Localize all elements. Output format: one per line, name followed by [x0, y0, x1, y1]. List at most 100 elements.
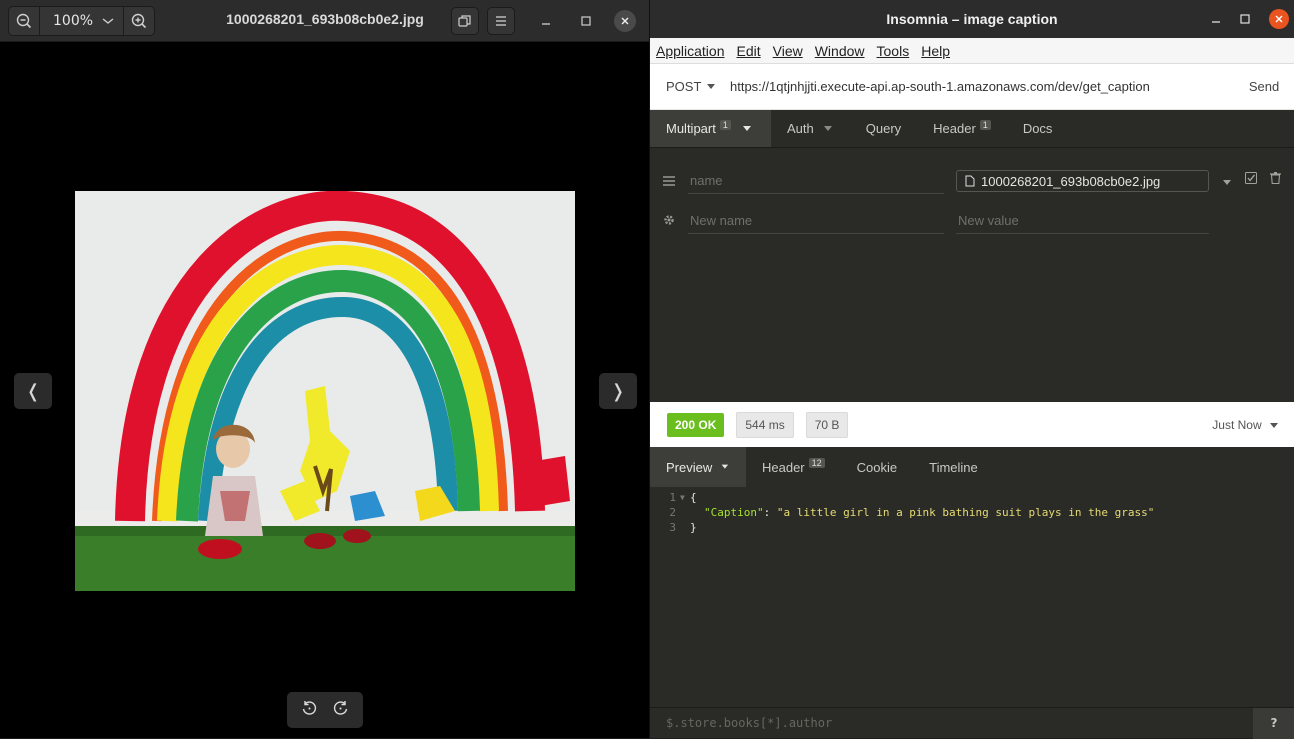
- tab-response-header[interactable]: Header 12: [746, 447, 841, 487]
- rotate-toolbar: [287, 692, 363, 728]
- maximize-icon[interactable]: [1235, 9, 1255, 29]
- line-number: 3: [669, 521, 676, 534]
- menu-edit[interactable]: Edit: [737, 43, 761, 59]
- code-text: }: [690, 521, 697, 534]
- checkbox-icon[interactable]: [1245, 172, 1257, 187]
- next-image-button[interactable]: ❭: [599, 373, 637, 409]
- viewer-filename-title: 1000268201_693b08cb0e2.jpg: [226, 11, 424, 27]
- json-key: "Caption": [704, 506, 764, 519]
- response-filter-bar: $.store.books[*].author ?: [650, 707, 1294, 739]
- tab-label: Header: [762, 459, 805, 475]
- tab-auth[interactable]: Auth: [771, 110, 850, 147]
- caret-down-icon: [823, 125, 832, 131]
- tab-label: Query: [865, 121, 902, 136]
- caret-down-icon: [742, 125, 751, 131]
- tab-badge: 12: [808, 458, 825, 468]
- close-icon[interactable]: [1269, 9, 1289, 29]
- caret-down-icon: [707, 83, 716, 89]
- chevron-down-icon: [102, 18, 114, 24]
- tab-label: Timeline: [929, 459, 978, 475]
- minimize-icon[interactable]: [1206, 9, 1226, 29]
- caret-down-icon: [1270, 422, 1278, 428]
- window-title: Insomnia – image caption: [886, 11, 1058, 27]
- menu-application[interactable]: Application: [656, 43, 725, 59]
- zoom-out-icon[interactable]: [9, 7, 39, 35]
- tab-header[interactable]: Header 1: [917, 110, 1007, 147]
- previous-image-button[interactable]: ❬: [14, 373, 52, 409]
- code-line: 3 }: [650, 520, 1294, 535]
- caret-down-icon[interactable]: [1222, 175, 1232, 189]
- code-text: {: [690, 491, 697, 504]
- method-label: POST: [666, 79, 702, 94]
- status-badge: 200 OK: [667, 412, 725, 437]
- multipart-params: name 1000268201_693b08cb0e2.jpg New name…: [650, 148, 1294, 403]
- response-size-badge: 70 B: [805, 411, 849, 438]
- send-button[interactable]: Send: [1234, 79, 1294, 94]
- code-line: 2 "Caption": "a little girl in a pink ba…: [650, 505, 1294, 520]
- line-number: 2: [669, 506, 676, 519]
- gear-icon: [663, 214, 675, 230]
- tab-multipart[interactable]: Multipart 1: [650, 110, 771, 147]
- rotate-right-icon[interactable]: [333, 700, 349, 720]
- response-history-dropdown[interactable]: Just Now: [1212, 418, 1279, 432]
- rotate-left-icon[interactable]: [301, 700, 317, 720]
- url-input[interactable]: https://1qtjnhjjti.execute-api.ap-south-…: [722, 79, 1234, 94]
- file-icon: [965, 175, 975, 187]
- caret-down-icon: [721, 464, 729, 469]
- menu-tools[interactable]: Tools: [877, 43, 910, 59]
- response-tabs: Preview Header 12 Cookie Timeline: [650, 447, 1294, 487]
- method-dropdown[interactable]: POST: [650, 79, 722, 94]
- json-separator: :: [763, 506, 777, 519]
- zoom-level-dropdown[interactable]: 100%: [39, 7, 124, 35]
- tab-label: Auth: [787, 121, 814, 136]
- json-value: "a little girl in a pink bathing suit pl…: [776, 506, 1155, 519]
- maximize-icon[interactable]: [575, 10, 597, 32]
- tab-label: Cookie: [856, 459, 898, 475]
- insomnia-titlebar: Insomnia – image caption: [650, 0, 1294, 38]
- fold-arrow-icon[interactable]: ▼: [678, 490, 690, 505]
- tab-badge: 1: [719, 119, 731, 130]
- response-status-bar: 200 OK 544 ms 70 B Just Now: [650, 402, 1294, 447]
- tab-query[interactable]: Query: [850, 110, 917, 147]
- tab-docs[interactable]: Docs: [1007, 110, 1069, 147]
- tab-label: Multipart: [666, 121, 716, 136]
- tab-label: Docs: [1022, 121, 1053, 136]
- request-tabs: Multipart 1 Auth Query Header 1 Docs: [650, 110, 1294, 148]
- tab-label: Header: [933, 121, 976, 136]
- new-param-name-input[interactable]: New name: [688, 208, 944, 234]
- zoom-level-label: 100%: [53, 13, 94, 29]
- minimize-icon[interactable]: [535, 10, 557, 32]
- menu-view[interactable]: View: [773, 43, 803, 59]
- menu-help[interactable]: Help: [921, 43, 950, 59]
- param-file-name: 1000268201_693b08cb0e2.jpg: [981, 173, 1161, 189]
- param-row: name 1000268201_693b08cb0e2.jpg: [650, 148, 1294, 194]
- chevron-left-icon: ❬: [25, 380, 41, 402]
- trash-icon[interactable]: [1270, 172, 1281, 187]
- zoom-control: 100%: [8, 6, 155, 36]
- insomnia-window: Insomnia – image caption Application Edi…: [649, 0, 1294, 739]
- menu-bar: Application Edit View Window Tools Help: [650, 38, 1294, 64]
- response-body: 1 ▼ { 2 "Caption": "a little girl in a p…: [650, 490, 1294, 535]
- displayed-photo: [75, 191, 575, 591]
- chevron-right-icon: ❭: [610, 380, 626, 402]
- restore-icon[interactable]: [451, 7, 479, 35]
- viewer-header-bar: 100% 1000268201_693b08cb0e2.jpg: [0, 0, 649, 42]
- menu-window[interactable]: Window: [815, 43, 865, 59]
- hamburger-icon[interactable]: [487, 7, 515, 35]
- image-viewer-window: 100% 1000268201_693b08cb0e2.jpg ❬ ❭: [0, 0, 649, 738]
- response-time-ago: Just Now: [1212, 417, 1262, 432]
- close-icon[interactable]: [614, 10, 636, 32]
- help-icon[interactable]: ?: [1253, 707, 1294, 739]
- tab-timeline[interactable]: Timeline: [913, 447, 994, 487]
- tab-preview[interactable]: Preview: [650, 447, 746, 487]
- request-url-bar: POST https://1qtjnhjjti.execute-api.ap-s…: [650, 64, 1294, 110]
- new-param-row: New name New value: [650, 188, 1294, 234]
- tab-cookie[interactable]: Cookie: [841, 447, 913, 487]
- line-number: 1: [669, 491, 676, 504]
- response-time-badge: 544 ms: [736, 411, 794, 438]
- new-param-value-input[interactable]: New value: [956, 208, 1209, 234]
- jsonpath-filter-input[interactable]: $.store.books[*].author: [650, 716, 1253, 730]
- code-line: 1 ▼ {: [650, 490, 1294, 505]
- zoom-in-icon[interactable]: [124, 7, 154, 35]
- tab-label: Preview: [666, 459, 713, 475]
